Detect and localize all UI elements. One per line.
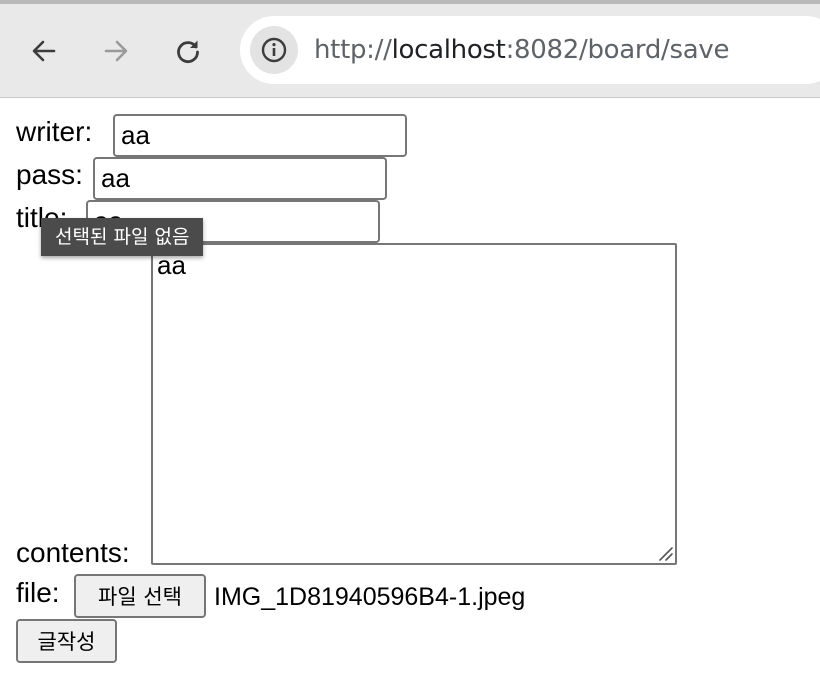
contents-label: contents: — [16, 537, 130, 568]
pass-input[interactable] — [93, 157, 387, 200]
info-icon — [261, 37, 287, 63]
url-scheme: http:// — [314, 35, 392, 65]
reload-button[interactable] — [168, 31, 208, 71]
choose-file-button[interactable]: 파일 선택 — [74, 574, 206, 618]
submit-button[interactable]: 글작성 — [16, 619, 117, 663]
forward-button[interactable] — [96, 31, 136, 71]
arrow-right-icon — [104, 40, 128, 62]
url-text[interactable]: http://localhost:8082/board/save — [314, 35, 729, 65]
browser-toolbar: http://localhost:8082/board/save — [0, 4, 820, 98]
url-host: localhost — [391, 35, 506, 65]
file-label: file: — [16, 577, 60, 608]
site-info-button[interactable] — [250, 26, 298, 74]
reload-icon — [177, 40, 199, 64]
file-name: IMG_1D81940596B4-1.jpeg — [214, 583, 526, 611]
pass-label: pass: — [16, 159, 83, 190]
back-button[interactable] — [24, 31, 64, 71]
writer-label: writer: — [16, 116, 93, 147]
writer-input[interactable] — [113, 114, 407, 157]
arrow-left-icon — [32, 40, 56, 62]
file-tooltip: 선택된 파일 없음 — [41, 218, 204, 256]
contents-textarea[interactable]: aa — [151, 243, 677, 565]
address-bar[interactable]: http://localhost:8082/board/save — [240, 16, 820, 84]
url-path: :8082/board/save — [505, 35, 730, 65]
